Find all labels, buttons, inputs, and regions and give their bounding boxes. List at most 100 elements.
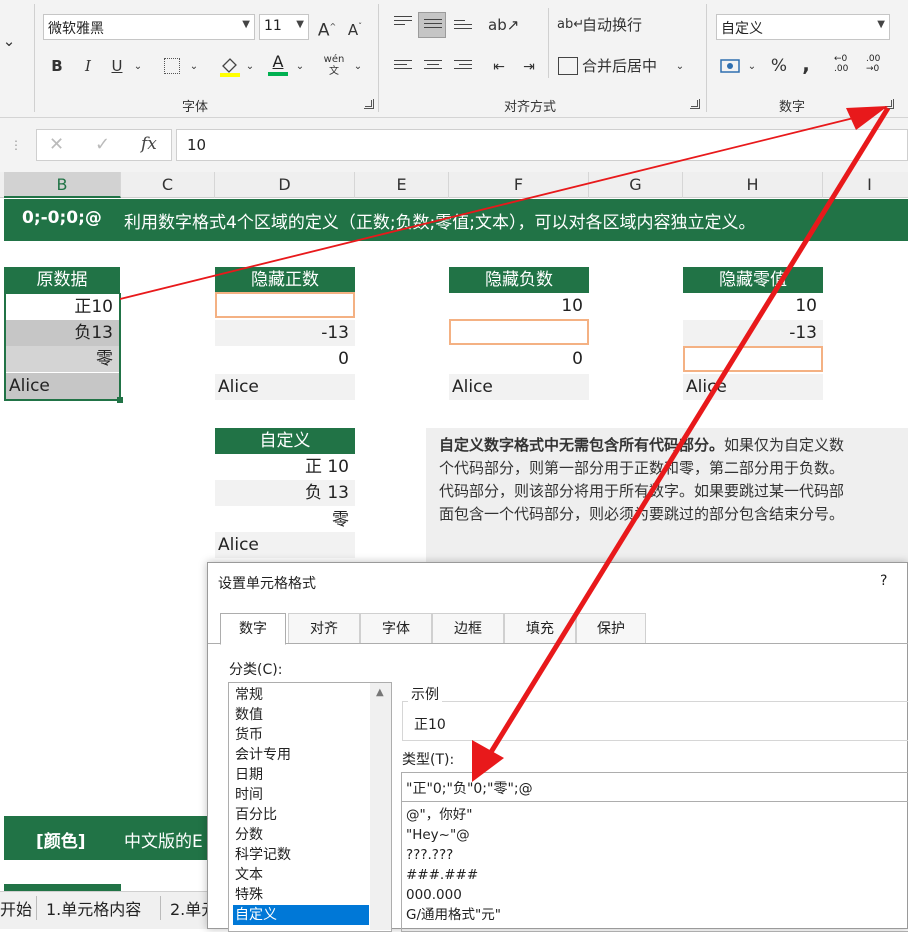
cell-hide-zero-3[interactable] — [683, 346, 823, 372]
italic-button[interactable]: I — [77, 55, 99, 77]
cell-hide-zero-1[interactable]: 10 — [683, 293, 823, 319]
align-bottom-icon[interactable] — [454, 20, 472, 34]
align-center-icon[interactable] — [424, 60, 442, 74]
shrink-font-button[interactable]: Aˇ — [344, 16, 366, 41]
tab-fill[interactable]: 填充 — [504, 613, 576, 643]
type-input[interactable]: "正"0;"负"0;"零";@ — [401, 772, 908, 802]
category-scrollbar[interactable]: ▲ — [370, 683, 391, 930]
format-item[interactable]: 000.000 — [406, 885, 462, 905]
column-header-b[interactable]: B — [4, 172, 121, 198]
orientation-icon[interactable]: ab↗ — [488, 14, 519, 36]
help-button[interactable]: ? — [880, 573, 887, 589]
chevron-down-icon[interactable]: ⌄ — [674, 56, 686, 78]
chevron-down-icon[interactable]: ⌄ — [746, 56, 758, 78]
sheet-tab-start[interactable]: 开始 — [0, 896, 32, 920]
cell-hide-negative-3[interactable]: 0 — [449, 346, 589, 372]
column-header-e[interactable]: E — [355, 172, 449, 198]
format-item[interactable]: "Hey~"@ — [406, 825, 470, 845]
scroll-up-icon[interactable]: ▲ — [376, 687, 384, 698]
category-item[interactable]: 会计专用 — [233, 745, 373, 765]
tab-border[interactable]: 边框 — [432, 613, 504, 643]
format-item[interactable]: ???.??? — [406, 845, 453, 865]
cell-hide-positive-2[interactable]: -13 — [215, 320, 355, 346]
cell-custom-1[interactable]: 正 10 — [215, 454, 355, 480]
underline-button[interactable]: U — [106, 55, 128, 77]
font-dialog-launcher-icon[interactable] — [364, 99, 374, 109]
font-size-combo[interactable]: 11 ▼ — [259, 14, 309, 40]
category-item[interactable]: 百分比 — [233, 805, 373, 825]
cell-original-3[interactable]: 零 — [6, 346, 119, 372]
merge-center-button[interactable]: 合并后居中 — [582, 55, 662, 77]
cell-original-1[interactable]: 正10 — [6, 294, 119, 320]
cell-hide-zero-2[interactable]: -13 — [683, 320, 823, 346]
category-item[interactable]: 常规 — [233, 685, 373, 705]
column-header-g[interactable]: G — [589, 172, 683, 198]
category-item[interactable]: 时间 — [233, 785, 373, 805]
format-item[interactable]: ###.### — [406, 865, 478, 885]
ribbon-collapse-chevron-icon[interactable]: ⌄ — [2, 30, 16, 52]
wrap-text-button[interactable]: 自动换行 — [582, 14, 652, 36]
cell-hide-negative-2[interactable] — [449, 319, 589, 345]
format-item[interactable]: G/通用格式"元" — [406, 905, 501, 925]
alignment-dialog-launcher-icon[interactable] — [690, 99, 700, 109]
number-dialog-launcher-icon[interactable] — [884, 99, 894, 109]
font-color-button[interactable]: A — [266, 52, 290, 78]
category-item[interactable]: 分数 — [233, 825, 373, 845]
chevron-down-icon[interactable]: ⌄ — [188, 56, 200, 78]
column-header-c[interactable]: C — [121, 172, 215, 198]
tab-font[interactable]: 字体 — [360, 613, 432, 643]
increase-decimal-button[interactable]: ←0.00 — [834, 54, 858, 78]
cell-custom-2[interactable]: 负 13 — [215, 480, 355, 506]
fill-color-icon[interactable] — [218, 54, 242, 78]
decrease-indent-icon[interactable]: ⇤ — [486, 56, 512, 78]
bold-button[interactable]: B — [46, 55, 68, 77]
accounting-format-icon[interactable] — [720, 57, 742, 75]
cancel-icon[interactable]: ✕ — [49, 134, 64, 155]
cell-custom-4[interactable]: Alice — [215, 532, 355, 558]
category-item[interactable]: 科学记数 — [233, 845, 373, 865]
cell-original-4[interactable]: Alice — [6, 373, 119, 399]
align-right-icon[interactable] — [454, 60, 472, 74]
comma-style-button[interactable]: , — [798, 53, 814, 75]
format-item[interactable]: @"，你好" — [406, 805, 472, 825]
column-header-f[interactable]: F — [449, 172, 589, 198]
category-item[interactable]: 日期 — [233, 765, 373, 785]
grow-font-button[interactable]: A^ — [316, 16, 338, 42]
chevron-down-icon[interactable]: ⌄ — [352, 56, 364, 78]
enter-icon[interactable]: ✓ — [95, 134, 110, 155]
percent-style-button[interactable]: % — [768, 55, 790, 77]
cell-hide-positive-4[interactable]: Alice — [215, 374, 355, 400]
formula-input[interactable]: 10 — [176, 129, 908, 161]
column-header-i[interactable]: I — [823, 172, 908, 198]
align-middle-button[interactable] — [418, 12, 446, 38]
category-item-selected[interactable]: 自定义 — [233, 905, 369, 925]
column-header-d[interactable]: D — [215, 172, 355, 198]
number-format-combo[interactable]: 自定义 ▼ — [716, 14, 890, 40]
tab-protection[interactable]: 保护 — [576, 613, 646, 643]
border-icon[interactable] — [164, 58, 180, 74]
align-left-icon[interactable] — [394, 60, 412, 74]
chevron-down-icon[interactable]: ⌄ — [244, 56, 256, 78]
cell-hide-zero-4[interactable]: Alice — [683, 374, 823, 400]
font-name-combo[interactable]: 微软雅黑 ▼ — [43, 14, 255, 40]
category-item[interactable]: 货币 — [233, 725, 373, 745]
cell-hide-negative-1[interactable]: 10 — [449, 293, 589, 319]
sheet-tab-1[interactable]: 1.单元格内容 — [46, 896, 141, 920]
increase-indent-icon[interactable]: ⇥ — [516, 56, 542, 78]
tab-alignment[interactable]: 对齐 — [288, 613, 360, 643]
phonetic-guide-button[interactable]: wén 文 — [322, 54, 346, 78]
cell-hide-positive-1[interactable] — [215, 292, 355, 318]
align-top-icon[interactable] — [394, 16, 412, 30]
chevron-down-icon[interactable]: ⌄ — [294, 56, 306, 78]
cell-hide-negative-4[interactable]: Alice — [449, 374, 589, 400]
category-item[interactable]: 文本 — [233, 865, 373, 885]
category-item[interactable]: 特殊 — [233, 885, 373, 905]
fill-handle[interactable] — [117, 397, 123, 403]
cell-original-2[interactable]: 负13 — [6, 320, 119, 346]
cell-hide-positive-3[interactable]: 0 — [215, 346, 355, 372]
cell-custom-3[interactable]: 零 — [215, 507, 355, 533]
category-item[interactable]: 数值 — [233, 705, 373, 725]
chevron-down-icon[interactable]: ⌄ — [132, 56, 144, 78]
decrease-decimal-button[interactable]: .00 →0 — [866, 54, 890, 78]
column-header-h[interactable]: H — [683, 172, 823, 198]
